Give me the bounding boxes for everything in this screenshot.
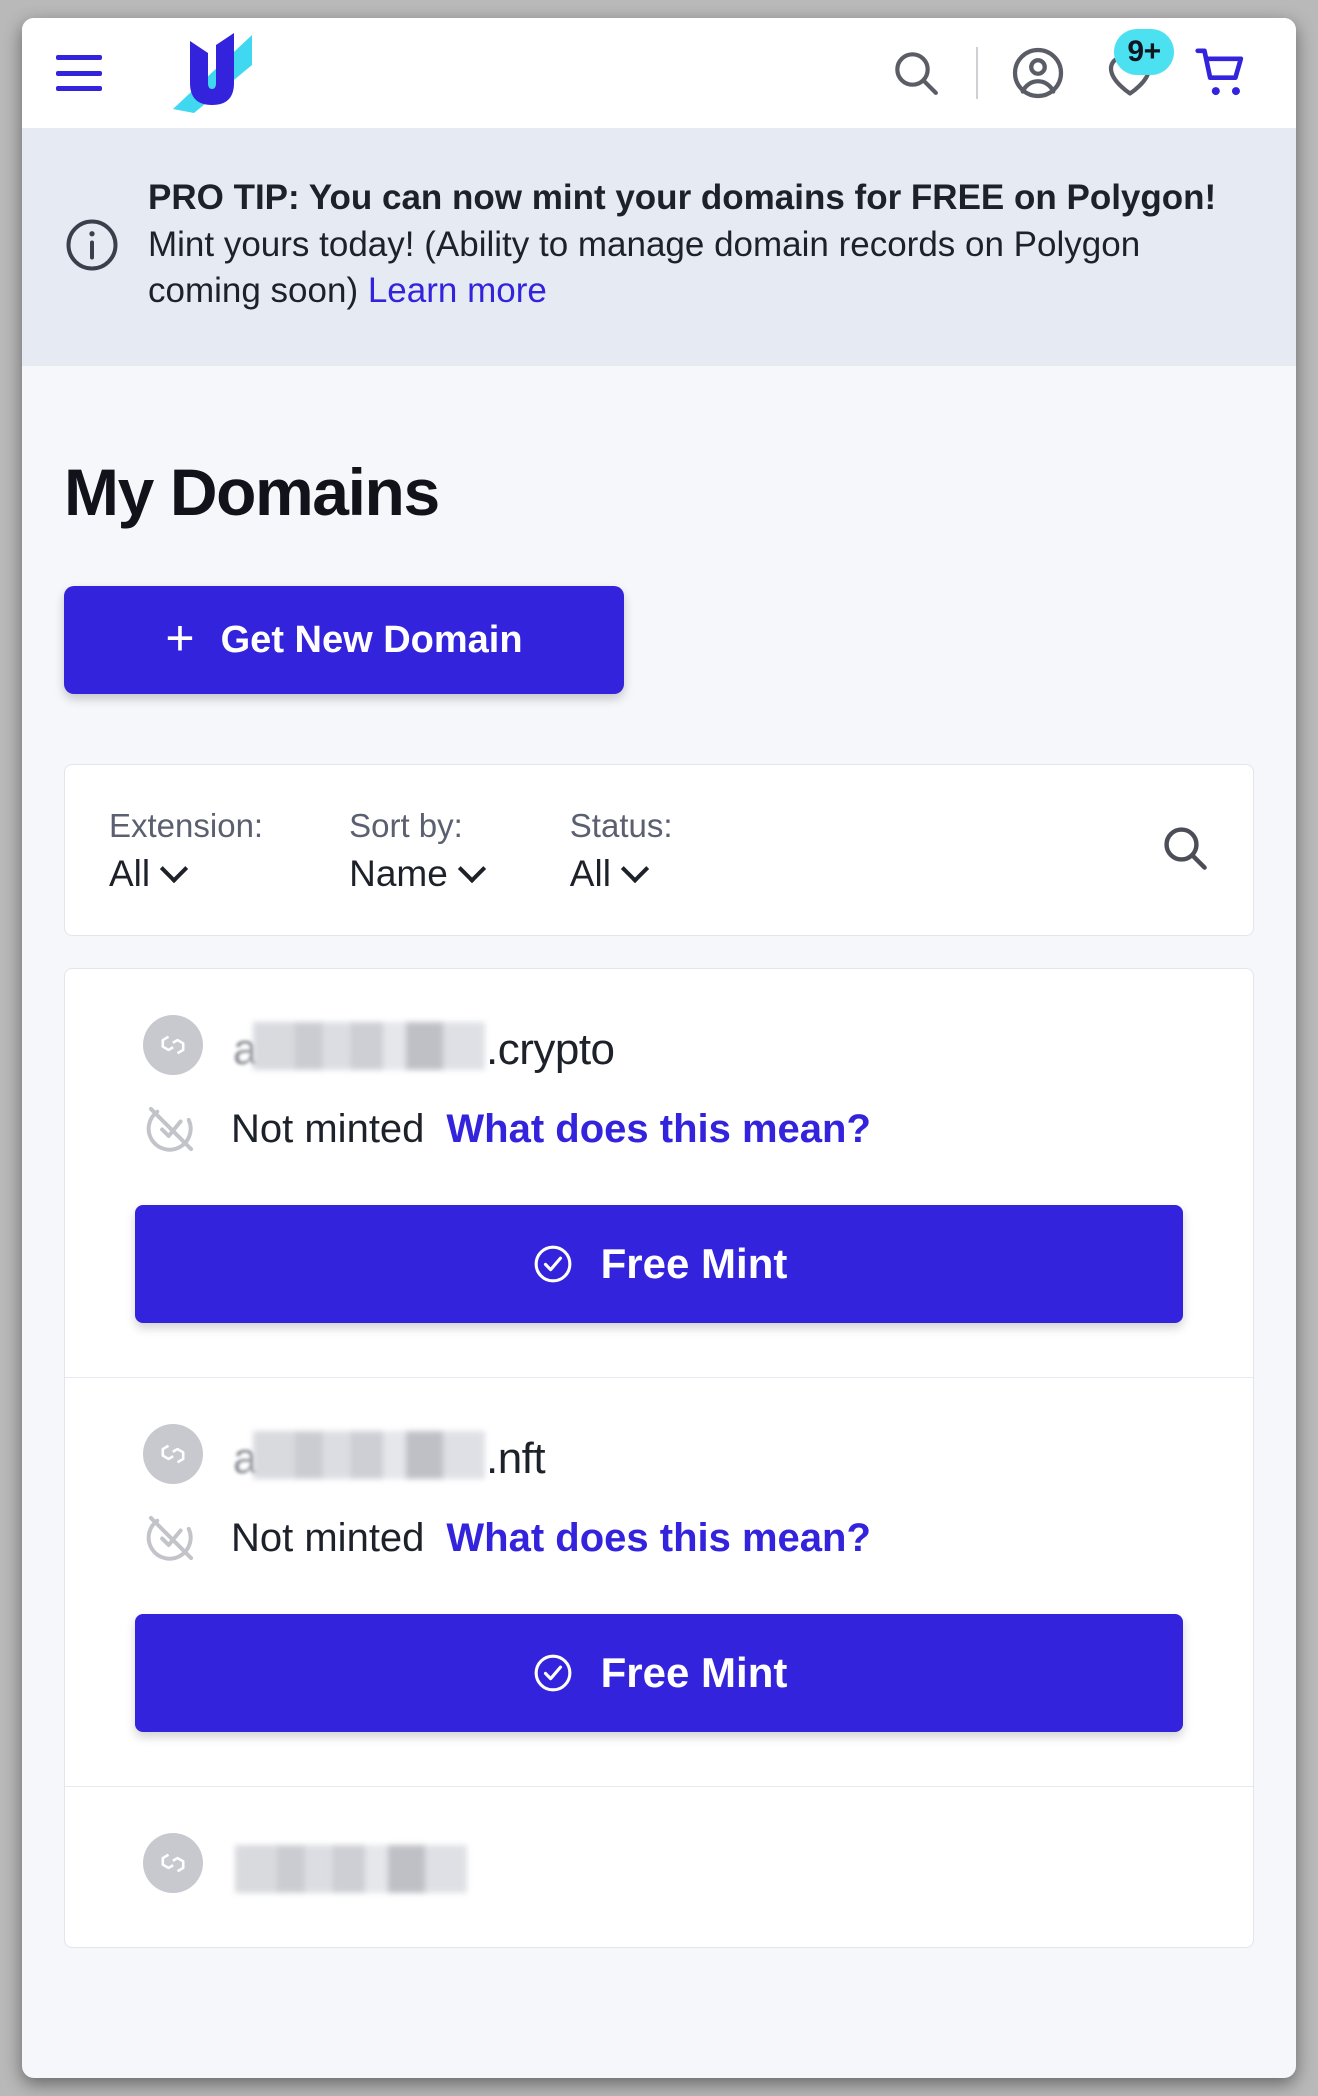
filter-extension-label: Extension: [109, 806, 264, 844]
filter-sort-by-value: Name [349, 853, 448, 895]
domain-name-redacted [252, 1430, 485, 1479]
header-actions: 9+ [870, 27, 1268, 119]
polygon-icon [143, 1015, 203, 1075]
domain-status-row: Not minted What does this mean? [65, 1075, 1253, 1157]
banner-text: PRO TIP: You can now mint your domains f… [148, 175, 1256, 316]
filter-status-value: All [569, 853, 611, 895]
free-mint-label: Free Mint [600, 1649, 788, 1696]
site-header: 9+ [22, 18, 1296, 128]
filter-status-label: Status: [569, 806, 673, 844]
unstoppable-domains-logo[interactable] [160, 31, 264, 115]
domain-list: a .crypto Not minted What does this mean… [64, 968, 1254, 1948]
domain-search-icon[interactable] [1157, 820, 1227, 881]
shopping-cart-icon[interactable] [1176, 27, 1268, 119]
info-circle-icon [62, 215, 122, 275]
filter-status-select[interactable]: All [570, 853, 673, 895]
free-mint-button-inner: Free Mint [141, 1649, 1177, 1697]
chevron-down-icon [462, 859, 484, 881]
domain-name-row: a .crypto [65, 1015, 1253, 1075]
chevron-down-icon [625, 859, 647, 881]
domain-name: a .crypto [233, 1016, 615, 1075]
filter-sort-by-label: Sort by: [349, 806, 463, 844]
domain-name-row: a .nft [65, 1424, 1253, 1484]
favorites-count-badge: 9+ [1114, 29, 1174, 75]
domain-status-text: Not minted [231, 1106, 425, 1151]
favorites-heart-icon[interactable]: 9+ [1084, 27, 1176, 119]
domain-card: a .nft Not minted What does this mean? F… [65, 1378, 1253, 1787]
banner-learn-more-link[interactable]: Learn more [368, 271, 547, 310]
free-mint-button-inner: Free Mint [141, 1240, 1177, 1288]
domain-status-row: Not minted What does this mean? [65, 1484, 1253, 1566]
main-content: My Domains + Get New Domain Extension: A… [22, 454, 1296, 1948]
domain-status-text: Not minted [231, 1515, 425, 1560]
banner-body-text: Mint yours today! (Ability to manage dom… [148, 224, 1141, 311]
filter-sort-by-select[interactable]: Name [349, 853, 484, 895]
what-does-this-mean-link[interactable]: What does this mean? [446, 1516, 871, 1561]
what-does-this-mean-link[interactable]: What does this mean? [446, 1107, 871, 1152]
domain-card [65, 1787, 1253, 1947]
banner-body: Mint yours today! (Ability to manage dom… [148, 222, 1256, 316]
domain-name: a .nft [233, 1425, 546, 1484]
free-mint-button[interactable]: Free Mint [135, 1205, 1183, 1323]
domain-name-row [65, 1833, 1253, 1893]
filter-sort-by: Sort by: Name [349, 805, 484, 896]
domain-extension: .nft [485, 1433, 546, 1483]
free-mint-button[interactable]: Free Mint [135, 1614, 1183, 1732]
domain-card: a .crypto Not minted What does this mean… [65, 969, 1253, 1378]
check-circle-icon [534, 1654, 572, 1692]
pro-tip-banner: PRO TIP: You can now mint your domains f… [22, 128, 1296, 366]
header-divider [976, 47, 978, 99]
not-minted-icon [143, 1510, 199, 1566]
account-circle-icon[interactable] [992, 27, 1084, 119]
filter-bar: Extension: All Sort by: Name Status: All [64, 764, 1254, 936]
filter-extension-value: All [109, 853, 151, 895]
domain-extension: .crypto [485, 1024, 615, 1074]
free-mint-label: Free Mint [600, 1240, 788, 1287]
filter-extension-select[interactable]: All [109, 853, 263, 895]
banner-title: PRO TIP: You can now mint your domains f… [148, 177, 1217, 217]
page-title: My Domains [64, 455, 440, 529]
check-circle-icon [534, 1245, 572, 1283]
get-new-domain-label: Get New Domain [220, 618, 523, 661]
screen-frame: 9+ PRO TIP: You can now mint your domain… [0, 0, 1318, 2096]
chevron-down-icon [164, 859, 186, 881]
polygon-icon [143, 1424, 203, 1484]
get-new-domain-button[interactable]: + Get New Domain [64, 586, 624, 694]
search-icon[interactable] [870, 27, 962, 119]
not-minted-icon [143, 1101, 199, 1157]
hamburger-line [56, 86, 102, 91]
domain-name-redacted [252, 1021, 485, 1070]
filter-status: Status: All [570, 805, 673, 896]
domain-name-redacted [235, 1845, 467, 1893]
filter-extension: Extension: All [109, 805, 263, 896]
hamburger-line [56, 70, 102, 76]
mobile-viewport: 9+ PRO TIP: You can now mint your domain… [22, 18, 1296, 2078]
hamburger-line [56, 55, 102, 60]
domain-name [233, 1839, 468, 1893]
polygon-icon [143, 1833, 203, 1893]
hamburger-menu-icon[interactable] [56, 55, 102, 91]
